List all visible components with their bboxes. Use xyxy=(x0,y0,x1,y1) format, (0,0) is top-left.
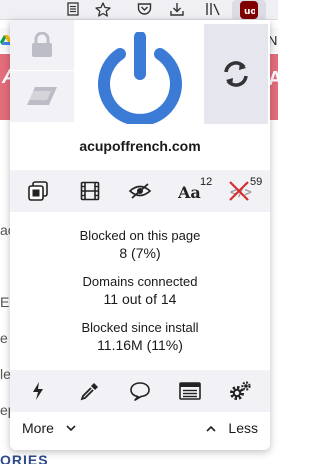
settings-icon xyxy=(230,381,251,400)
ublock-extension-button[interactable]: uo xyxy=(232,0,266,20)
side-tools-panel xyxy=(10,20,74,122)
stat-label: Blocked on this page xyxy=(79,228,201,243)
javascript-count: 59 xyxy=(250,176,263,188)
pocket-icon[interactable] xyxy=(133,0,155,18)
stat-blocked-install: Blocked since install 11.16M (11%) xyxy=(10,320,270,353)
lock-icon xyxy=(32,32,52,57)
element-zapper-icon xyxy=(28,181,48,201)
lightning-icon xyxy=(33,382,43,400)
svg-text:uo: uo xyxy=(244,7,255,16)
element-zapper-button[interactable] xyxy=(14,170,62,212)
report-button[interactable] xyxy=(116,370,164,412)
per-site-switches: Aa 12 </> 59 xyxy=(10,170,270,212)
power-button[interactable] xyxy=(94,26,186,130)
chevron-up-icon xyxy=(206,425,216,432)
lightning-button[interactable] xyxy=(14,370,62,412)
stat-domains: Domains connected 11 out of 14 xyxy=(10,274,270,307)
ublock-origin-icon: uo xyxy=(240,1,258,19)
stat-value: 11.16M (11%) xyxy=(97,337,183,353)
logger-button[interactable] xyxy=(166,370,214,412)
remote-fonts-button[interactable]: Aa 12 xyxy=(166,170,214,212)
chevron-down-icon xyxy=(66,424,76,431)
less-button[interactable]: Less xyxy=(206,420,258,436)
more-button[interactable]: More xyxy=(22,420,76,436)
javascript-button[interactable]: </> 59 xyxy=(216,170,264,212)
remote-fonts-icon: Aa xyxy=(178,183,201,201)
logger-icon xyxy=(179,382,201,400)
less-label: Less xyxy=(228,420,258,436)
library-icon[interactable] xyxy=(202,0,224,18)
bookmark-star-icon[interactable] xyxy=(92,0,114,18)
stat-blocked-page: Blocked on this page 8 (7%) xyxy=(10,228,270,261)
stat-label: Blocked since install xyxy=(81,320,199,335)
popup-footer: More Less xyxy=(10,416,270,444)
cosmetic-filter-button[interactable] xyxy=(116,170,164,212)
refresh-icon xyxy=(224,61,248,87)
page-heading-fragment: ORIES xyxy=(0,452,49,464)
more-label: More xyxy=(22,420,54,436)
lock-button[interactable] xyxy=(10,20,74,70)
media-elements-button[interactable] xyxy=(66,170,114,212)
speech-bubble-icon xyxy=(130,382,150,401)
banner-text-right: A xyxy=(268,68,283,90)
stat-value: 11 out of 14 xyxy=(103,291,177,307)
remote-fonts-count: 12 xyxy=(200,176,213,188)
stat-label: Domains connected xyxy=(82,274,198,289)
dashboard-button[interactable] xyxy=(216,370,264,412)
media-elements-icon xyxy=(80,181,100,201)
reader-view-icon[interactable] xyxy=(62,0,84,18)
ublock-popup: acupoffrench.com Aa 12 59 Blocked on thi… xyxy=(10,20,270,450)
cosmetic-filter-icon xyxy=(128,183,152,199)
power-icon xyxy=(98,32,182,124)
stat-value: 8 (7%) xyxy=(119,245,161,261)
downloads-icon[interactable] xyxy=(166,0,188,18)
element-picker-button[interactable] xyxy=(66,370,114,412)
eyedropper-icon xyxy=(80,383,98,401)
svg-text:Aa: Aa xyxy=(178,183,201,201)
eraser-icon xyxy=(27,87,57,105)
eraser-button[interactable] xyxy=(10,71,74,121)
reload-button[interactable] xyxy=(204,24,268,124)
tools-row xyxy=(10,370,270,412)
site-hostname: acupoffrench.com xyxy=(79,138,201,154)
page-text-line: e xyxy=(0,330,8,346)
browser-toolbar: uo xyxy=(0,0,278,20)
